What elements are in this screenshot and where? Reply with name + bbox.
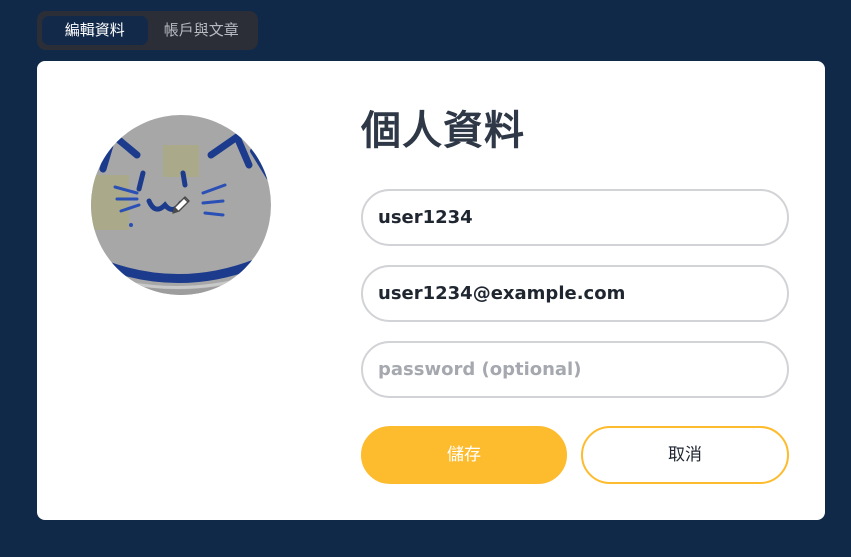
username-field[interactable] xyxy=(361,189,789,246)
tab-edit-profile[interactable]: 編輯資料 xyxy=(42,16,148,45)
profile-card: 個人資料 儲存 取消 xyxy=(37,61,825,520)
save-button[interactable]: 儲存 xyxy=(361,426,567,484)
tab-account-posts[interactable]: 帳戶與文章 xyxy=(150,16,254,45)
page-title: 個人資料 xyxy=(361,108,525,154)
avatar[interactable] xyxy=(91,115,271,295)
pencil-icon[interactable] xyxy=(167,191,195,219)
cancel-button[interactable]: 取消 xyxy=(581,426,789,484)
email-field[interactable] xyxy=(361,265,789,322)
profile-tabs: 編輯資料 帳戶與文章 xyxy=(37,11,258,50)
password-field[interactable] xyxy=(361,341,789,398)
